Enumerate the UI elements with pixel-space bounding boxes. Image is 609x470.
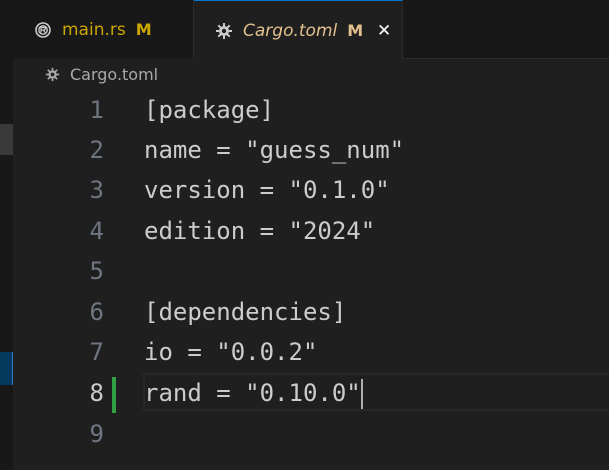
line-number: 9 bbox=[89, 420, 104, 448]
code-line[interactable]: 5 bbox=[13, 251, 609, 291]
panel-item-highlight[interactable] bbox=[0, 124, 13, 155]
code-line[interactable]: 6 [dependencies] bbox=[13, 292, 609, 332]
line-number: 4 bbox=[89, 217, 104, 245]
side-panel-edge bbox=[0, 0, 13, 470]
editor-window: main.rs M Cargo.toml M ✕ Cargo.toml 1 [p… bbox=[0, 0, 609, 470]
code-editor[interactable]: 1 [package] 2 name = "guess_num" 3 versi… bbox=[13, 90, 609, 470]
breadcrumb-label: Cargo.toml bbox=[70, 64, 159, 84]
line-text[interactable]: edition = "2024" bbox=[144, 211, 375, 251]
breadcrumb[interactable]: Cargo.toml bbox=[13, 60, 609, 88]
code-line[interactable]: 4 edition = "2024" bbox=[13, 211, 609, 251]
line-text[interactable]: version = "0.1.0" bbox=[144, 170, 390, 210]
code-line[interactable]: 2 name = "guess_num" bbox=[13, 130, 609, 170]
tab-main-rs[interactable]: main.rs M bbox=[13, 0, 194, 59]
text-cursor bbox=[360, 379, 363, 409]
code-line[interactable]: 3 version = "0.1.0" bbox=[13, 170, 609, 210]
added-line-indicator bbox=[112, 377, 116, 413]
gear-icon bbox=[45, 67, 60, 82]
code-line[interactable]: 1 [package] bbox=[13, 90, 609, 130]
line-text-wrap[interactable]: rand = "0.10.0" bbox=[144, 373, 363, 413]
panel-item-selected[interactable] bbox=[0, 352, 13, 385]
line-text[interactable]: io = "0.0.2" bbox=[144, 332, 317, 372]
line-number: 6 bbox=[89, 298, 104, 326]
tab-label: main.rs bbox=[62, 19, 126, 40]
code-line-current[interactable]: 8 rand = "0.10.0" bbox=[13, 373, 609, 413]
line-text[interactable]: [package] bbox=[144, 90, 274, 130]
modified-badge: M bbox=[135, 20, 152, 39]
tab-cargo-toml[interactable]: Cargo.toml M ✕ bbox=[194, 0, 403, 60]
line-text[interactable]: name = "guess_num" bbox=[144, 130, 404, 170]
line-number: 2 bbox=[89, 136, 104, 164]
line-number: 8 bbox=[89, 379, 104, 407]
line-text: rand = "0.10.0" bbox=[144, 379, 361, 407]
line-number: 7 bbox=[89, 338, 104, 366]
tab-bar: main.rs M Cargo.toml M ✕ bbox=[13, 0, 609, 60]
modified-badge: M bbox=[347, 21, 364, 40]
code-line[interactable]: 7 io = "0.0.2" bbox=[13, 332, 609, 372]
line-number: 1 bbox=[89, 96, 104, 124]
gear-icon bbox=[215, 22, 233, 40]
line-number: 3 bbox=[89, 176, 104, 204]
close-icon[interactable]: ✕ bbox=[375, 21, 393, 41]
tab-label: Cargo.toml bbox=[243, 20, 338, 41]
line-text[interactable]: [dependencies] bbox=[144, 292, 346, 332]
code-line[interactable]: 9 bbox=[13, 414, 609, 454]
rust-icon bbox=[34, 21, 52, 39]
line-number: 5 bbox=[89, 257, 104, 285]
